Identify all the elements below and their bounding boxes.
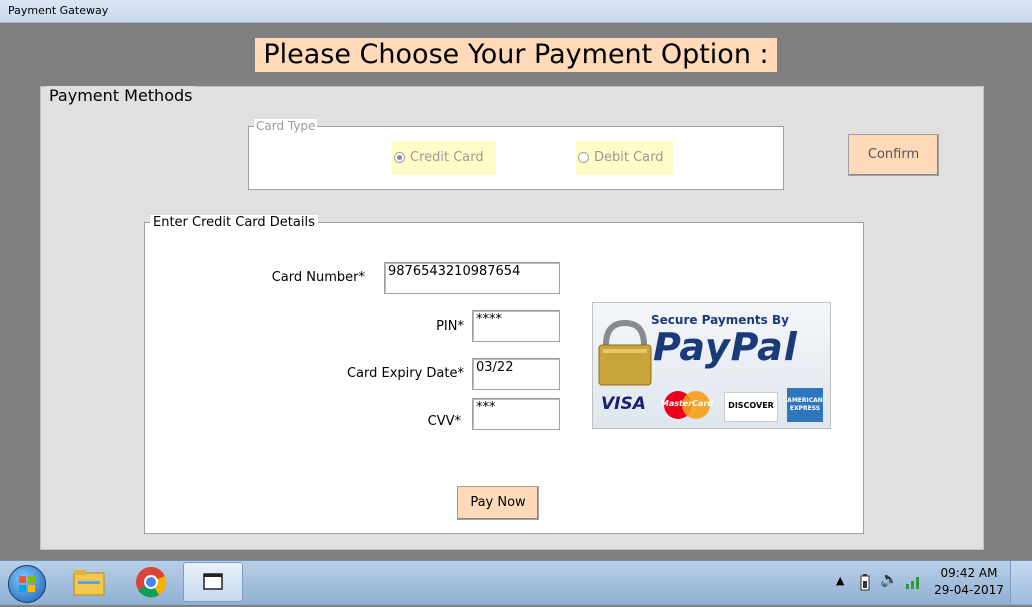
debit-card-label: Debit Card: [594, 150, 664, 165]
file-explorer-icon[interactable]: [72, 567, 106, 597]
visa-logo: VISA: [601, 394, 646, 414]
pin-label: PIN*: [436, 319, 464, 334]
mastercard-logo: MasterCard: [660, 390, 714, 420]
page-heading: Please Choose Your Payment Option :: [255, 38, 777, 72]
radio-unselected-icon: [578, 152, 589, 163]
card-type-legend: Card Type: [254, 119, 318, 133]
pin-field[interactable]: ****: [472, 310, 560, 342]
debit-card-radio[interactable]: Debit Card: [576, 141, 673, 175]
credit-card-radio[interactable]: Credit Card: [392, 141, 496, 175]
start-orb-icon[interactable]: [8, 565, 46, 603]
radio-selected-icon: [394, 152, 405, 163]
cvv-label: CVV*: [427, 414, 461, 429]
confirm-button[interactable]: Confirm: [848, 134, 939, 176]
amex-logo: AMERICAN EXPRESS: [787, 388, 823, 422]
paypal-logo: PayPal: [653, 325, 798, 369]
network-icon[interactable]: [904, 572, 924, 590]
clock-date[interactable]: 29-04-2017: [934, 583, 1004, 597]
window-app-icon[interactable]: [183, 562, 243, 602]
battery-icon[interactable]: [860, 573, 870, 591]
chrome-icon[interactable]: [135, 566, 167, 598]
expiry-label: Card Expiry Date*: [346, 366, 464, 381]
title-bar: Payment Gateway: [0, 0, 1032, 23]
paypal-banner: Secure Payments By PayPal VISA MasterCar…: [592, 302, 831, 429]
show-desktop-button[interactable]: [1010, 561, 1032, 604]
card-type-group: [248, 126, 784, 190]
credit-card-label: Credit Card: [410, 150, 484, 165]
window-title: Payment Gateway: [8, 4, 109, 17]
pay-now-button[interactable]: Pay Now: [457, 486, 539, 520]
card-number-field[interactable]: 9876543210987654: [384, 262, 560, 294]
card-number-label: Card Number*: [271, 270, 365, 285]
padlock-icon: [598, 319, 652, 386]
cvv-field[interactable]: ***: [472, 398, 560, 430]
discover-logo: DISCOVER: [724, 392, 778, 422]
speaker-icon[interactable]: 🔈: [880, 570, 899, 588]
payment-methods-legend: Payment Methods: [46, 86, 196, 105]
taskbar: ▲ 🔈 09:42 AM 29-04-2017: [0, 560, 1032, 605]
card-details-legend: Enter Credit Card Details: [150, 215, 318, 230]
chevron-up-icon[interactable]: ▲: [836, 574, 844, 587]
expiry-field[interactable]: 03/22: [472, 358, 560, 390]
clock-time[interactable]: 09:42 AM: [934, 566, 1004, 580]
